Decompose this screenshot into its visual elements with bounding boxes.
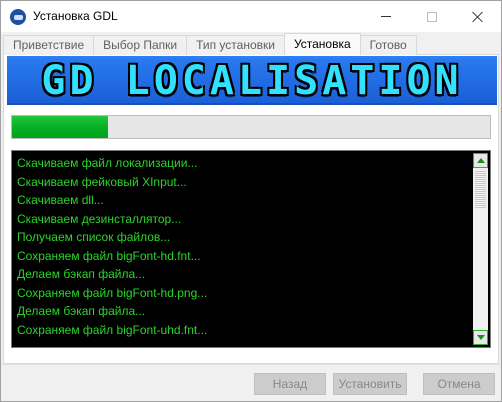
gd-localisation-banner: GD LOCALISATION bbox=[7, 56, 497, 105]
maximize-button[interactable] bbox=[409, 1, 455, 32]
arrow-up-icon bbox=[476, 158, 485, 163]
log-line: Сохраняем файл bigFont-hd.png... bbox=[17, 285, 208, 300]
gdl-app-icon bbox=[10, 9, 26, 25]
log-line: Скачиваем фейковый XInput... bbox=[17, 174, 187, 189]
log-line: Делаем бэкап файла... bbox=[17, 267, 146, 281]
arrow-down-icon bbox=[476, 335, 485, 340]
close-button[interactable] bbox=[455, 1, 501, 32]
log-scrollbar[interactable] bbox=[473, 153, 488, 345]
tab-folder-select[interactable]: Выбор Папки bbox=[93, 35, 188, 55]
install-progress-bar bbox=[11, 115, 491, 139]
minimize-icon bbox=[381, 16, 391, 17]
log-line: Скачиваем dll... bbox=[17, 193, 104, 207]
banner-logo-text: GD LOCALISATION bbox=[41, 58, 463, 104]
log-line: Скачиваем файл локализации... bbox=[17, 156, 198, 170]
installer-window: Установка GDL Приветствие Выбор Папки Ти… bbox=[0, 0, 502, 402]
scroll-thumb[interactable] bbox=[475, 170, 486, 208]
tab-welcome[interactable]: Приветствие bbox=[3, 35, 95, 55]
maximize-icon bbox=[427, 11, 437, 22]
log-line: Сохраняем файл bigFont-uhd.fnt... bbox=[17, 322, 208, 337]
log-line: Делаем бэкап файла... bbox=[17, 304, 146, 318]
scroll-down-button[interactable] bbox=[473, 330, 488, 345]
close-icon bbox=[472, 11, 484, 23]
scroll-up-button[interactable] bbox=[473, 153, 488, 168]
tab-install-type[interactable]: Тип установки bbox=[186, 35, 285, 55]
footer-divider bbox=[1, 364, 501, 365]
log-line: Скачиваем дезинсталлятор... bbox=[17, 211, 182, 226]
install-log[interactable]: Скачиваем файл локализации... Скачиваем ф… bbox=[11, 150, 491, 348]
progress-fill bbox=[12, 116, 108, 138]
tab-installation[interactable]: Установка bbox=[283, 33, 361, 55]
back-button[interactable]: Назад bbox=[254, 373, 326, 395]
tab-done[interactable]: Готово bbox=[359, 35, 417, 55]
log-lines: Скачиваем файл локализации... Скачиваем ф… bbox=[17, 154, 472, 339]
install-button[interactable]: Установить bbox=[333, 373, 407, 395]
log-line: Сохраняем файл bigFont-hd.fnt... bbox=[17, 248, 201, 263]
title-bar[interactable]: Установка GDL bbox=[1, 1, 501, 32]
cancel-button[interactable]: Отмена bbox=[423, 373, 495, 395]
tab-bar: Приветствие Выбор Папки Тип установки Ус… bbox=[3, 33, 417, 55]
window-title: Установка GDL bbox=[33, 9, 118, 23]
log-line: Получаем список файлов... bbox=[17, 230, 171, 244]
minimize-button[interactable] bbox=[363, 1, 409, 32]
